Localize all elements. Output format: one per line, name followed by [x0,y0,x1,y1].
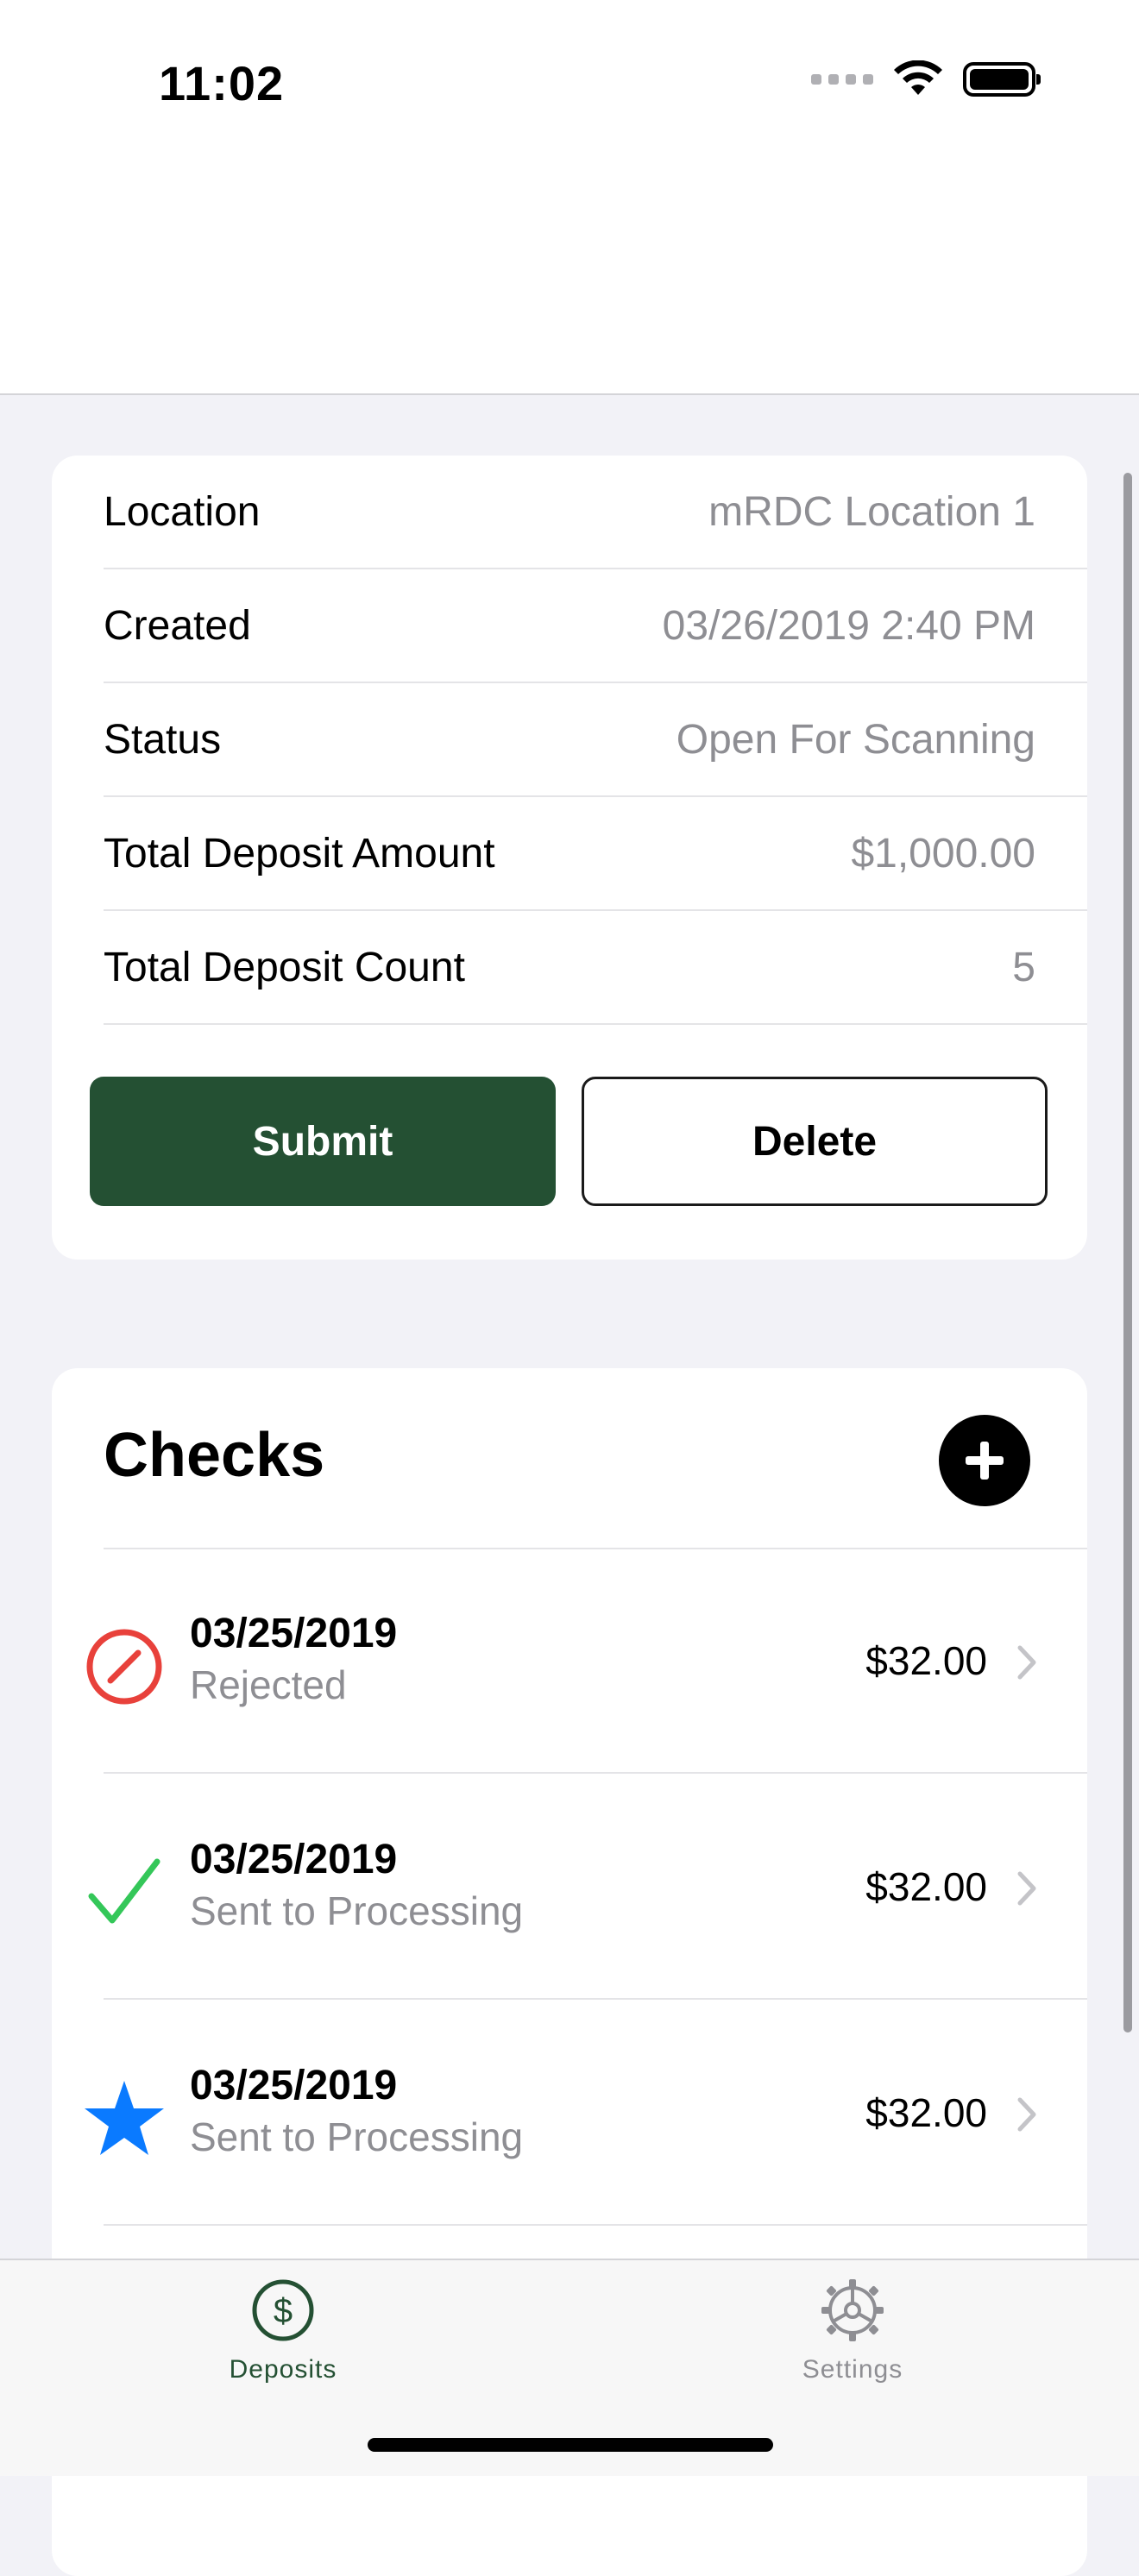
check-status: Rejected [190,1662,347,1707]
add-check-button[interactable] [939,1415,1030,1506]
check-amount: $32.00 [865,1864,987,1909]
navigation-header: 11:02 [0,0,1139,395]
detail-row-total-count: Total Deposit Count 5 [104,911,1087,1025]
check-date: 03/25/2019 [190,2063,398,2108]
check-status: Sent to Processing [190,2114,524,2159]
detail-value: 03/26/2019 2:40 PM [662,602,1035,649]
check-row[interactable]: 03/25/2019 Sent to Processing $32.00 [52,2001,1087,2226]
check-status: Sent to Processing [190,1888,524,1933]
wifi-icon [894,60,942,95]
submit-button[interactable]: Submit [90,1077,556,1206]
detail-row-created: Created 03/26/2019 2:40 PM [104,569,1087,683]
divider [104,1772,1087,1774]
detail-value: $1,000.00 [851,830,1035,876]
check-date: 03/25/2019 [190,1837,398,1882]
detail-label: Total Deposit Amount [104,830,495,876]
check-date: 03/25/2019 [190,1611,398,1656]
battery-icon [963,62,1041,97]
checkmark-icon [88,1858,160,1924]
dollar-circle-icon: $ [252,2279,314,2341]
detail-label: Total Deposit Count [104,944,465,990]
gear-icon [821,2279,884,2341]
detail-value: 5 [1012,944,1035,990]
rejected-icon [86,1629,162,1705]
check-row[interactable]: 03/25/2019 Sent to Processing $32.00 [52,1775,1087,2000]
detail-label: Created [104,602,251,649]
check-row[interactable]: 03/25/2019 Rejected $32.00 [52,1549,1087,1774]
detail-row-total-amount: Total Deposit Amount $1,000.00 [104,797,1087,911]
scroll-indicator[interactable] [1123,473,1132,2033]
checks-title: Checks [104,1421,325,1490]
svg-text:$: $ [274,2292,293,2330]
divider [104,1998,1087,2000]
detail-row-location: Location mRDC Location 1 [104,456,1087,569]
star-icon [85,2081,164,2155]
tab-deposits[interactable]: $ Deposits [154,2278,412,2384]
divider [104,2224,1087,2226]
status-icons [811,60,1041,98]
detail-value: Open For Scanning [676,716,1035,763]
home-indicator[interactable] [368,2438,773,2452]
tab-label: Settings [802,2355,903,2384]
cellular-signal-icon [811,74,873,85]
chevron-right-icon [1017,2097,1036,2132]
tab-settings[interactable]: Settings [723,2278,982,2384]
tab-label: Deposits [229,2355,337,2384]
status-time: 11:02 [159,56,285,110]
detail-row-status: Status Open For Scanning [104,683,1087,797]
chevron-right-icon [1017,1871,1036,1906]
chevron-right-icon [1017,1645,1036,1680]
detail-label: Location [104,488,261,535]
detail-value: mRDC Location 1 [708,488,1035,535]
plus-icon [966,1442,1004,1480]
check-amount: $32.00 [865,1638,987,1683]
check-amount: $32.00 [865,2090,987,2135]
detail-label: Status [104,716,222,763]
delete-button[interactable]: Delete [582,1077,1048,1206]
